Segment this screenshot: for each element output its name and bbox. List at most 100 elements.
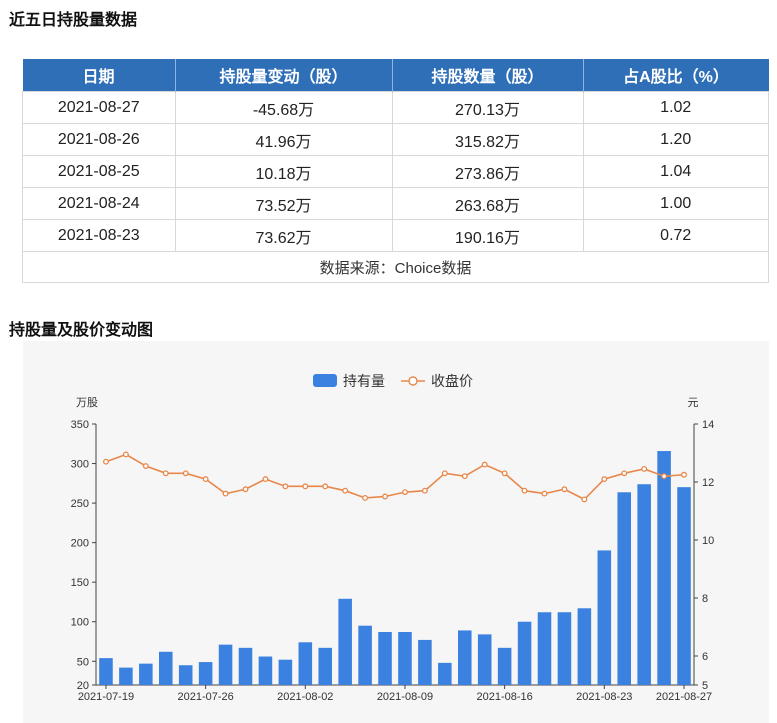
- cell-holding: 315.82万: [391, 123, 584, 156]
- bar-holding: [298, 642, 313, 685]
- bar-holding: [497, 647, 512, 685]
- bar-holding: [617, 492, 632, 685]
- table-row: 2021-08-27 -45.68万 270.13万 1.02: [22, 91, 769, 124]
- cell-date: 2021-08-25: [22, 155, 176, 188]
- table-header-row: 日期 持股量变动（股） 持股数量（股） 占A股比（%）: [22, 59, 769, 92]
- point-close-price: [681, 471, 687, 478]
- cell-ratio: 1.00: [582, 187, 769, 220]
- x-tick-label: 2021-08-02: [277, 691, 333, 703]
- left-axis-unit: 万股: [76, 396, 98, 409]
- data-source-note: 数据来源：Choice数据: [22, 251, 769, 283]
- bar-holding: [218, 644, 233, 685]
- point-close-price: [103, 458, 109, 465]
- cell-ratio: 1.04: [582, 155, 769, 188]
- bar-holding: [278, 659, 293, 685]
- table-row: 2021-08-23 73.62万 190.16万 0.72: [22, 219, 769, 252]
- cell-holding: 273.86万: [391, 155, 584, 188]
- bar-holding: [119, 667, 133, 685]
- bar-holding: [637, 484, 651, 685]
- header-holding: 持股数量（股）: [392, 59, 584, 92]
- cell-ratio: 1.02: [582, 91, 769, 124]
- bar-holding: [398, 632, 412, 685]
- cell-holding: 190.16万: [391, 219, 584, 252]
- bar-holding: [657, 451, 671, 685]
- bar-holding: [358, 625, 372, 685]
- point-close-price: [262, 476, 269, 483]
- point-close-price: [202, 476, 209, 483]
- point-close-price: [322, 483, 329, 490]
- bar-holding: [158, 651, 173, 685]
- point-close-price: [561, 486, 568, 493]
- cell-date: 2021-08-26: [22, 123, 176, 156]
- bar-holding: [477, 634, 492, 685]
- left-tick-label: 50: [77, 656, 89, 668]
- bar-holding: [597, 550, 612, 685]
- bar-holding: [198, 662, 213, 685]
- bar-holding: [139, 663, 153, 685]
- section-title-chart: 持股量及股价变动图: [9, 322, 154, 339]
- cell-change: 41.96万: [174, 123, 393, 156]
- left-tick-label: 100: [71, 617, 89, 629]
- header-date: 日期: [22, 59, 176, 92]
- legend-bar-label: 持有量: [343, 373, 385, 389]
- cell-change: -45.68万: [174, 91, 393, 124]
- point-close-price: [601, 476, 608, 483]
- x-tick-label: 2021-07-26: [177, 691, 233, 703]
- cell-holding: 263.68万: [391, 187, 584, 220]
- left-tick-label: 150: [71, 577, 89, 589]
- right-axis-unit: 元: [688, 397, 699, 409]
- left-tick-label: 350: [71, 419, 89, 431]
- left-tick-label: 200: [71, 538, 89, 550]
- point-close-price: [242, 486, 249, 493]
- point-close-price: [661, 473, 668, 480]
- point-close-price: [481, 461, 488, 468]
- chart-svg: 2050100150200250300350568101214万股 元2021-0…: [71, 373, 715, 703]
- bar-holding: [418, 639, 432, 685]
- bar-holding: [577, 608, 592, 685]
- bar-holding: [338, 598, 352, 685]
- bar-holding: [557, 612, 572, 685]
- x-tick-label: 2021-08-23: [576, 691, 632, 703]
- cell-date: 2021-08-27: [22, 91, 176, 124]
- point-close-price: [182, 470, 189, 477]
- legend-line-label: 收盘价: [431, 373, 473, 389]
- cell-change: 10.18万: [174, 155, 393, 188]
- bar-holding: [517, 621, 532, 685]
- point-close-price: [122, 451, 129, 458]
- right-tick-label: 14: [702, 419, 714, 431]
- point-close-price: [282, 483, 289, 490]
- bar-holding: [537, 612, 552, 685]
- point-close-price: [541, 490, 548, 497]
- table-row: 2021-08-25 10.18万 273.86万 1.04: [22, 155, 769, 188]
- legend-bar-swatch: [313, 374, 337, 387]
- table-footer-row: 数据来源：Choice数据: [22, 251, 769, 283]
- point-close-price: [581, 496, 588, 503]
- cell-ratio: 0.72: [582, 219, 769, 252]
- point-close-price: [362, 494, 369, 501]
- point-close-price: [421, 487, 428, 494]
- right-tick-label: 6: [702, 651, 708, 663]
- holding-price-chart: 20 50 100 150 200 250 300 350 5 6 8 10 12 14 万股元 2021-0…: [23, 341, 769, 723]
- point-close-price: [222, 490, 229, 497]
- section-title-holdings: 近五日持股量数据: [9, 12, 138, 29]
- point-close-price: [521, 487, 528, 494]
- bar-holding: [457, 630, 472, 685]
- right-tick-label: 8: [702, 593, 708, 605]
- cell-date: 2021-08-23: [22, 219, 176, 252]
- point-close-price: [302, 483, 309, 490]
- bar-holding: [258, 656, 273, 685]
- bar-holding: [178, 665, 193, 685]
- bar-holding: [238, 647, 253, 685]
- point-close-price: [142, 463, 149, 469]
- point-close-price: [162, 470, 169, 477]
- cell-ratio: 1.20: [582, 123, 769, 156]
- header-change: 持股量变动（股）: [175, 59, 393, 92]
- bar-holding: [677, 487, 691, 685]
- line-close-price: [105, 453, 685, 501]
- point-close-price: [641, 465, 648, 472]
- point-close-price: [382, 493, 388, 500]
- right-tick-label: 10: [702, 535, 714, 547]
- right-tick-label: 12: [702, 477, 714, 489]
- holdings-table: 日期 持股量变动（股） 持股数量（股） 占A股比（%） 2021-08-27 -4…: [22, 59, 769, 283]
- left-tick-label: 300: [71, 459, 89, 471]
